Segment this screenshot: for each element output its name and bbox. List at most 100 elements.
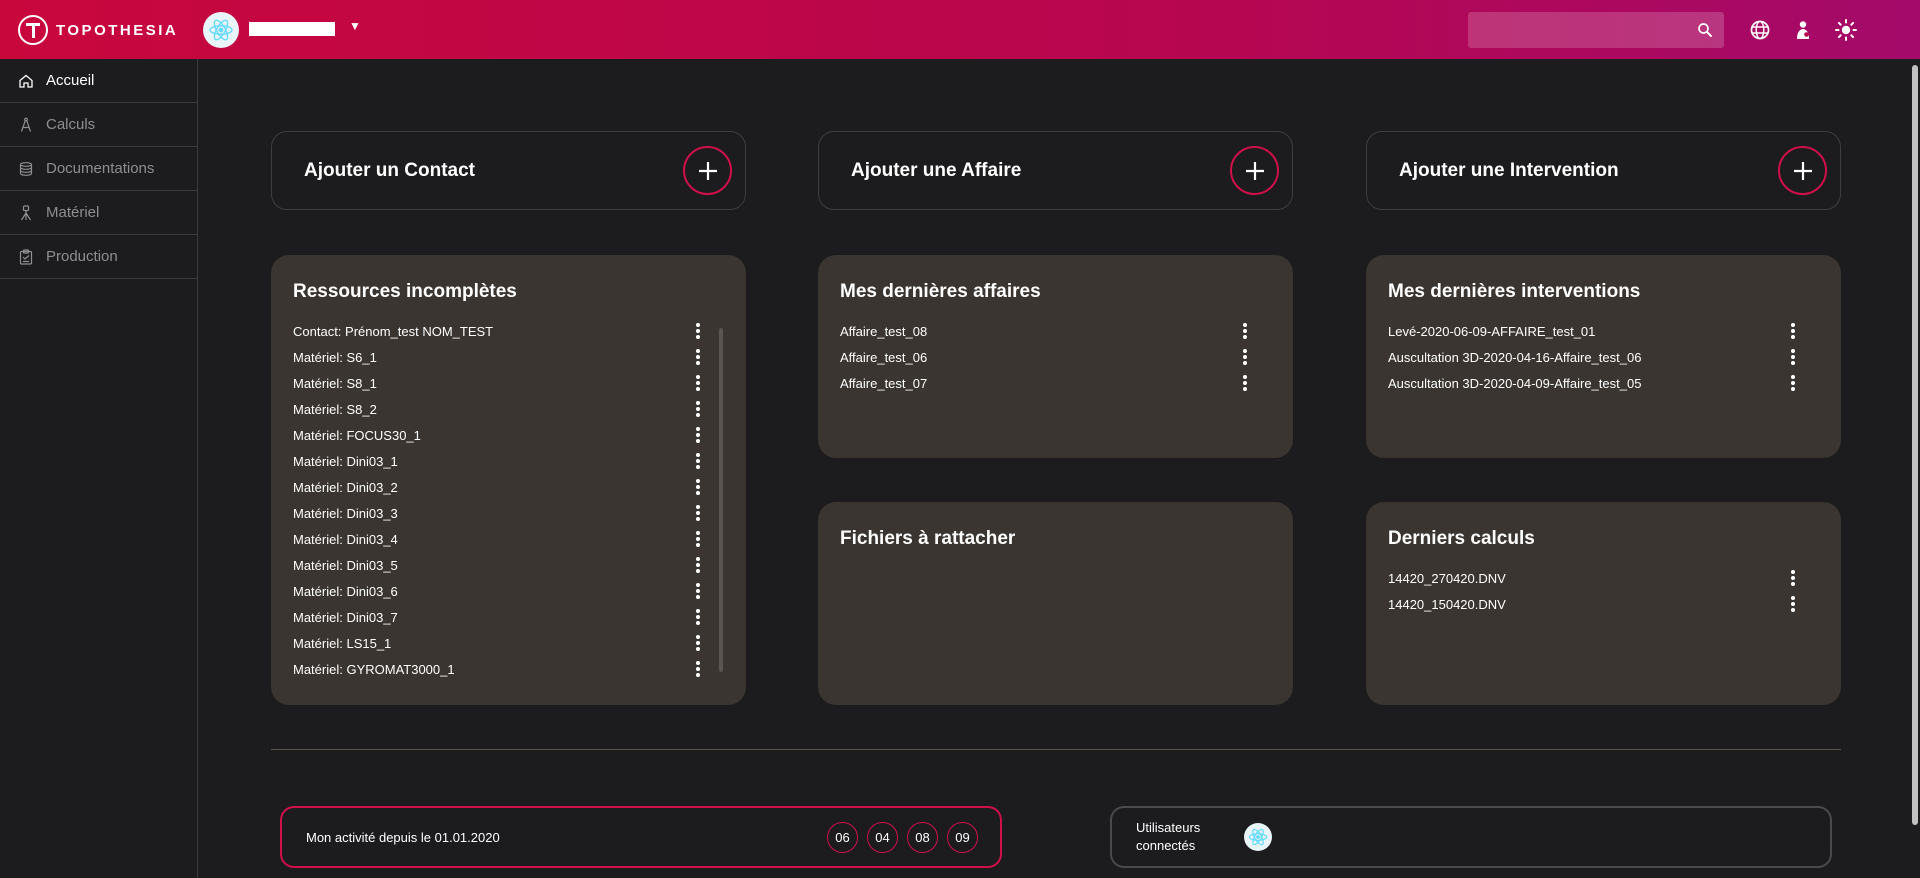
more-vert-icon[interactable] xyxy=(690,477,706,497)
add-intervention-card[interactable]: Ajouter une Intervention xyxy=(1366,131,1841,210)
latest-interventions-panel: Mes dernières interventions Levé-2020-06… xyxy=(1366,255,1841,458)
search-input[interactable] xyxy=(1468,12,1688,48)
list-item[interactable]: Matériel: Dini03_6 xyxy=(293,578,724,604)
more-vert-icon[interactable] xyxy=(690,555,706,575)
sidebar-item-materiel[interactable]: Matériel xyxy=(0,191,197,235)
stack-icon xyxy=(19,161,33,176)
item-label: Affaire_test_06 xyxy=(840,349,928,365)
list-item[interactable]: Matériel: Dini03_1 xyxy=(293,448,724,474)
sidebar-item-calculs[interactable]: Calculs xyxy=(0,103,197,147)
activity-counter[interactable]: 04 xyxy=(867,822,898,853)
list-item[interactable]: Matériel: FOCUS30_1 xyxy=(293,422,724,448)
latest-calculs-list: 14420_270420.DNV 14420_150420.DNV xyxy=(1388,565,1819,617)
item-label: Auscultation 3D-2020-04-09-Affaire_test_… xyxy=(1388,375,1642,391)
add-affaire-card[interactable]: Ajouter une Affaire xyxy=(818,131,1293,210)
list-item[interactable]: Auscultation 3D-2020-04-16-Affaire_test_… xyxy=(1388,344,1819,370)
user-icon[interactable] xyxy=(1791,18,1815,42)
item-label: Affaire_test_08 xyxy=(840,323,928,339)
item-label: Matériel: S6_1 xyxy=(293,349,377,365)
sidebar-item-accueil[interactable]: Accueil xyxy=(0,59,197,103)
more-vert-icon[interactable] xyxy=(690,659,706,679)
item-label: 14420_150420.DNV xyxy=(1388,596,1506,612)
list-item[interactable]: Auscultation 3D-2020-04-09-Affaire_test_… xyxy=(1388,370,1819,396)
activity-counters: 06 04 08 09 xyxy=(827,822,978,853)
add-contact-button[interactable] xyxy=(683,146,732,195)
more-vert-icon[interactable] xyxy=(690,399,706,419)
list-item[interactable]: Matériel: Dini03_2 xyxy=(293,474,724,500)
list-item[interactable]: Matériel: S8_1 xyxy=(293,370,724,396)
list-item[interactable]: Affaire_test_07 xyxy=(840,370,1271,396)
globe-icon[interactable] xyxy=(1748,18,1772,42)
more-vert-icon[interactable] xyxy=(690,321,706,341)
item-label: Matériel: S8_1 xyxy=(293,375,377,391)
connected-user-avatar[interactable] xyxy=(1244,823,1272,851)
add-contact-card[interactable]: Ajouter un Contact xyxy=(271,131,746,210)
latest-affaires-panel: Mes dernières affaires Affaire_test_08 A… xyxy=(818,255,1293,458)
more-vert-icon[interactable] xyxy=(690,633,706,653)
caret-down-icon[interactable]: ▼ xyxy=(348,19,362,39)
list-item[interactable]: 14420_150420.DNV xyxy=(1388,591,1819,617)
add-intervention-button[interactable] xyxy=(1778,146,1827,195)
theme-sun-icon[interactable] xyxy=(1834,18,1858,42)
list-item[interactable]: Matériel: Dini03_5 xyxy=(293,552,724,578)
add-affaire-button[interactable] xyxy=(1230,146,1279,195)
list-item[interactable]: 14420_270420.DNV xyxy=(1388,565,1819,591)
more-vert-icon[interactable] xyxy=(1237,321,1253,341)
list-item[interactable]: Matériel: S6_1 xyxy=(293,344,724,370)
item-label: Levé-2020-06-09-AFFAIRE_test_01 xyxy=(1388,323,1596,339)
more-vert-icon[interactable] xyxy=(1785,321,1801,341)
activity-counter[interactable]: 08 xyxy=(907,822,938,853)
list-item[interactable]: Matériel: S8_2 xyxy=(293,396,724,422)
more-vert-icon[interactable] xyxy=(1785,594,1801,614)
more-vert-icon[interactable] xyxy=(690,451,706,471)
more-vert-icon[interactable] xyxy=(1785,568,1801,588)
sidebar-item-production[interactable]: Production xyxy=(0,235,197,279)
org-name-redacted[interactable] xyxy=(249,22,335,36)
list-item[interactable]: Matériel: Dini03_7 xyxy=(293,604,724,630)
activity-counter[interactable]: 06 xyxy=(827,822,858,853)
more-vert-icon[interactable] xyxy=(690,347,706,367)
more-vert-icon[interactable] xyxy=(1237,373,1253,393)
list-item[interactable]: Levé-2020-06-09-AFFAIRE_test_01 xyxy=(1388,318,1819,344)
more-vert-icon[interactable] xyxy=(690,503,706,523)
more-vert-icon[interactable] xyxy=(690,581,706,601)
latest-interventions-list: Levé-2020-06-09-AFFAIRE_test_01 Ausculta… xyxy=(1388,318,1819,396)
item-label: Matériel: Dini03_4 xyxy=(293,531,398,547)
panel-title: Mes dernières affaires xyxy=(840,281,1041,302)
sidebar-item-label: Matériel xyxy=(46,204,100,221)
more-vert-icon[interactable] xyxy=(690,529,706,549)
search-icon[interactable] xyxy=(1696,21,1714,39)
section-divider xyxy=(271,749,1841,750)
org-avatar[interactable] xyxy=(203,12,239,48)
list-item[interactable]: Contact: Prénom_test NOM_TEST xyxy=(293,318,724,344)
item-label: Affaire_test_07 xyxy=(840,375,928,391)
panel-scrollbar[interactable] xyxy=(719,328,723,672)
item-label: Matériel: Dini03_5 xyxy=(293,557,398,573)
more-vert-icon[interactable] xyxy=(1785,347,1801,367)
more-vert-icon[interactable] xyxy=(1785,373,1801,393)
list-item[interactable]: Affaire_test_08 xyxy=(840,318,1271,344)
list-item[interactable]: Matériel: Dini03_3 xyxy=(293,500,724,526)
plus-icon xyxy=(1793,161,1812,180)
add-intervention-label: Ajouter une Intervention xyxy=(1399,159,1619,181)
app-logo[interactable]: TOPOTHESIA xyxy=(18,15,178,45)
list-item[interactable]: Affaire_test_06 xyxy=(840,344,1271,370)
item-label: Matériel: FOCUS30_1 xyxy=(293,427,421,443)
page-scrollbar-thumb[interactable] xyxy=(1912,65,1918,825)
more-vert-icon[interactable] xyxy=(690,607,706,627)
list-item[interactable]: Matériel: GYROMAT3000_1 xyxy=(293,656,724,682)
page-scrollbar[interactable] xyxy=(1910,59,1920,878)
sidebar-item-documentations[interactable]: Documentations xyxy=(0,147,197,191)
connected-users-label: Utilisateurs connectés xyxy=(1136,820,1201,853)
item-label: Matériel: S8_2 xyxy=(293,401,377,417)
list-item[interactable]: Matériel: LS15_1 xyxy=(293,630,724,656)
activity-counter[interactable]: 09 xyxy=(947,822,978,853)
more-vert-icon[interactable] xyxy=(1237,347,1253,367)
react-atom-icon xyxy=(1248,828,1268,846)
more-vert-icon[interactable] xyxy=(690,373,706,393)
sidebar: Accueil Calculs Documentations Matériel … xyxy=(0,59,198,878)
item-label: Matériel: Dini03_2 xyxy=(293,479,398,495)
list-item[interactable]: Matériel: Dini03_4 xyxy=(293,526,724,552)
sidebar-item-label: Production xyxy=(46,248,118,265)
more-vert-icon[interactable] xyxy=(690,425,706,445)
